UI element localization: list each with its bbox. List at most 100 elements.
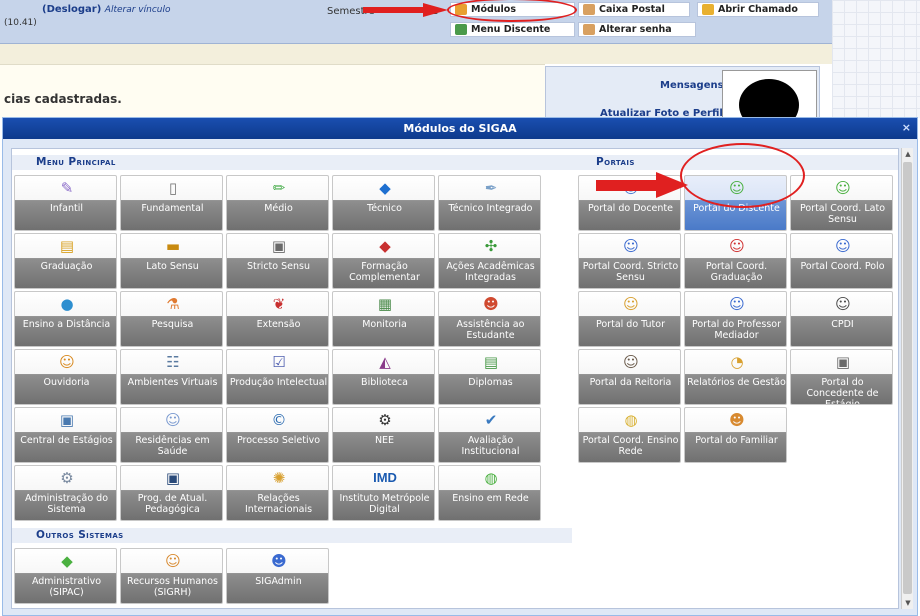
logout-link[interactable]: (Deslogar) — [42, 4, 101, 15]
coord-user-icon: ☺ — [623, 237, 639, 255]
tile-label: Lato Sensu — [146, 261, 199, 272]
tile-fundamental[interactable]: ▯ Fundamental — [120, 175, 223, 231]
tile-portal-do-familiar[interactable]: ☻ Portal do Familiar — [684, 407, 787, 463]
tile-sigadmin[interactable]: ☻ SIGAdmin — [226, 548, 329, 604]
tile-portal-coord-stricto-sensu[interactable]: ☺ Portal Coord. Stricto Sensu — [578, 233, 681, 289]
tile-ensino-a-distancia[interactable]: ● Ensino a Distância — [14, 291, 117, 347]
menu-discente-button[interactable]: Menu Discente — [450, 22, 575, 37]
tile-acoes-academicas-integradas[interactable]: ✣ Ações Acadêmicas Integradas — [438, 233, 541, 289]
tile-portal-do-professor-mediador[interactable]: ☺ Portal do Professor Mediador — [684, 291, 787, 347]
modal-title-bar: Módulos do SIGAA × — [3, 118, 917, 139]
book-open-icon: ◭ — [379, 353, 391, 371]
tile-label: Portal Coord. Graduação — [705, 261, 768, 283]
tile-tecnico-integrado[interactable]: ✒ Técnico Integrado — [438, 175, 541, 231]
tile-administrativo-sipac[interactable]: ◆ Administrativo (SIPAC) — [14, 548, 117, 604]
tile-assistencia-ao-estudante[interactable]: ☻ Assistência ao Estudante — [438, 291, 541, 347]
tile-portal-do-tutor[interactable]: ☺ Portal do Tutor — [578, 291, 681, 347]
modal-scrollbar[interactable]: ▲ ▼ — [901, 148, 913, 609]
tile-label: Graduação — [40, 261, 93, 272]
modal-body: Menu Principal Portais Outros Sistemas ✎… — [11, 148, 899, 609]
mensagens-link[interactable]: Mensagens — [660, 80, 724, 91]
ticket-icon — [702, 4, 714, 15]
tile-residencias-em-saude[interactable]: ☺ Residências em Saúde — [120, 407, 223, 463]
tile-monitoria[interactable]: ▦ Monitoria — [332, 291, 435, 347]
tile-stricto-sensu[interactable]: ▣ Stricto Sensu — [226, 233, 329, 289]
tile-portal-coord-polo[interactable]: ☺ Portal Coord. Polo — [790, 233, 893, 289]
coord-user-icon: ☺ — [729, 237, 745, 255]
tile-portal-do-docente[interactable]: ☺ Portal do Docente — [578, 175, 681, 231]
tile-label: Administrativo (SIPAC) — [31, 576, 102, 598]
tile-cpdi[interactable]: ☺ CPDI — [790, 291, 893, 347]
rector-icon: ☺ — [623, 353, 639, 371]
tile-portal-coord-graduacao[interactable]: ☺ Portal Coord. Graduação — [684, 233, 787, 289]
tile-label: Relatórios de Gestão — [687, 377, 786, 388]
tile-label: Portal do Discente — [693, 203, 780, 214]
abrir-chamado-button[interactable]: Abrir Chamado — [697, 2, 819, 17]
user-check-icon: ☑ — [272, 353, 286, 371]
tile-pesquisa[interactable]: ⚗ Pesquisa — [120, 291, 223, 347]
tile-label: Técnico — [367, 203, 402, 214]
tile-portal-coord-ensino-rede[interactable]: ◍ Portal Coord. Ensino Rede — [578, 407, 681, 463]
tile-label: Portal Coord. Polo — [800, 261, 885, 272]
world-icon: ✺ — [272, 469, 286, 487]
tile-recursos-humanos-sigrh[interactable]: ☺ Recursos Humanos (SIGRH) — [120, 548, 223, 604]
scroll-down-icon[interactable]: ▼ — [902, 597, 914, 609]
redacted-photo-blob — [739, 79, 799, 117]
tile-diplomas[interactable]: ▤ Diplomas — [438, 349, 541, 405]
tile-biblioteca[interactable]: ◭ Biblioteca — [332, 349, 435, 405]
tile-ouvidoria[interactable]: ☺ Ouvidoria — [14, 349, 117, 405]
tile-relatorios-de-gestao[interactable]: ◔ Relatórios de Gestão — [684, 349, 787, 405]
tile-ensino-em-rede[interactable]: ◍ Ensino em Rede — [438, 465, 541, 521]
tile-processo-seletivo[interactable]: © Processo Seletivo — [226, 407, 329, 463]
tile-portal-do-concedente-de-estagio[interactable]: ▣ Portal do Concedente de Estágio — [790, 349, 893, 405]
tile-producao-intelectual[interactable]: ☑ Produção Intelectual — [226, 349, 329, 405]
tile-label: Portal do Professor Mediador — [691, 319, 782, 341]
tile-ambientes-virtuais[interactable]: ☷ Ambientes Virtuais — [120, 349, 223, 405]
tile-prog-de-atual-pedagogica[interactable]: ▣ Prog. de Atual. Pedagógica — [120, 465, 223, 521]
tile-nee[interactable]: ⚙ NEE — [332, 407, 435, 463]
quill-icon: ✒ — [484, 179, 498, 197]
close-icon[interactable]: × — [902, 121, 911, 134]
tile-label: Portal da Reitoria — [589, 377, 672, 388]
tile-label: CPDI — [831, 319, 854, 330]
tile-portal-do-discente[interactable]: ☺ Portal do Discente — [684, 175, 787, 231]
background-content — [0, 64, 545, 118]
report-chart-icon: ◔ — [730, 353, 744, 371]
alter-vinculo-link[interactable]: Alterar vínculo — [105, 5, 171, 15]
tile-administracao-do-sistema[interactable]: ⚙ Administração do Sistema — [14, 465, 117, 521]
scroll-up-icon[interactable]: ▲ — [902, 148, 914, 160]
tile-label: Assistência ao Estudante — [456, 319, 525, 341]
tile-infantil[interactable]: ✎ Infantil — [14, 175, 117, 231]
scroll-thumb[interactable] — [903, 162, 912, 594]
modal-title: Módulos do SIGAA — [403, 122, 517, 135]
alterar-senha-label: Alterar senha — [599, 24, 672, 35]
tile-lato-sensu[interactable]: ▬ Lato Sensu — [120, 233, 223, 289]
tile-label: Fundamental — [141, 203, 204, 214]
tile-instituto-metropole-digital[interactable]: IMD Instituto Metrópole Digital — [332, 465, 435, 521]
tile-formacao-complementar[interactable]: ◆ Formação Complementar — [332, 233, 435, 289]
logout-link-group[interactable]: (Deslogar) Alterar vínculo — [42, 4, 171, 15]
tile-portal-coord-lato-sensu[interactable]: ☺ Portal Coord. Lato Sensu — [790, 175, 893, 231]
tile-extensao[interactable]: ❦ Extensão — [226, 291, 329, 347]
network-globe-icon: ◍ — [484, 469, 498, 487]
tile-label: Instituto Metrópole Digital — [339, 493, 430, 515]
tile-label: Processo Seletivo — [236, 435, 321, 446]
tile-tecnico[interactable]: ◆ Técnico — [332, 175, 435, 231]
tile-label: Administração do Sistema — [24, 493, 109, 515]
mailbox-icon — [583, 4, 595, 15]
tile-avaliacao-institucional[interactable]: ✔ Avaliação Institucional — [438, 407, 541, 463]
tile-central-de-estagios[interactable]: ▣ Central de Estágios — [14, 407, 117, 463]
tile-label: Monitoria — [362, 319, 407, 330]
coord-user-icon: ☺ — [835, 237, 851, 255]
alterar-senha-button[interactable]: Alterar senha — [578, 22, 696, 37]
arrows-icon — [455, 24, 467, 35]
modulos-modal: Módulos do SIGAA × Menu Principal Portai… — [2, 117, 918, 616]
menu-discente-label: Menu Discente — [471, 24, 551, 35]
sipac-icon: ◆ — [61, 552, 73, 570]
tile-medio[interactable]: ✏ Médio — [226, 175, 329, 231]
tile-relacoes-internacionais[interactable]: ✺ Relações Internacionais — [226, 465, 329, 521]
tile-portal-da-reitoria[interactable]: ☺ Portal da Reitoria — [578, 349, 681, 405]
caixa-postal-button[interactable]: Caixa Postal — [578, 2, 690, 17]
tile-graduacao[interactable]: ▤ Graduação — [14, 233, 117, 289]
tile-label: Infantil — [49, 203, 83, 214]
